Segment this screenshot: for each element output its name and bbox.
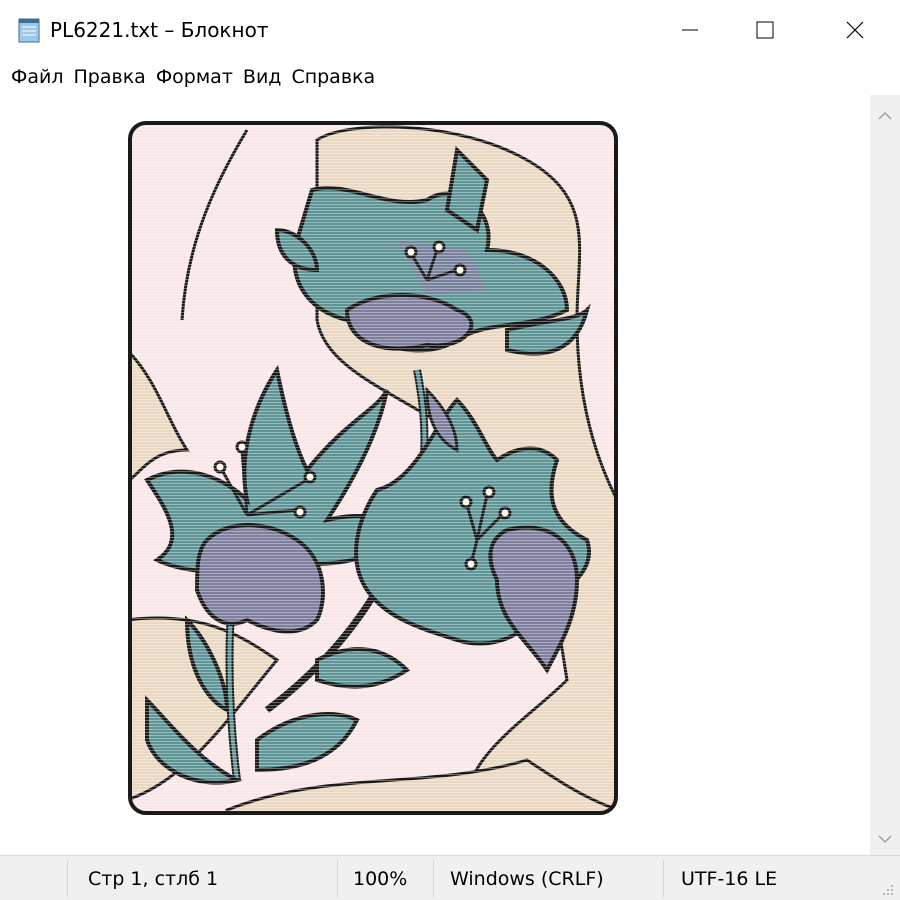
window-title: PL6221.txt – Блокнот <box>50 18 269 42</box>
status-separator <box>663 860 664 897</box>
close-icon <box>846 21 864 39</box>
maximize-icon <box>756 21 774 39</box>
menu-view[interactable]: Вид <box>238 64 287 90</box>
status-separator <box>433 860 434 897</box>
scroll-down-icon[interactable] <box>877 830 893 849</box>
minimize-button[interactable] <box>660 0 720 60</box>
status-zoom: 100% <box>353 867 408 890</box>
status-encoding: UTF-16 LE <box>681 867 778 890</box>
close-button[interactable] <box>825 0 885 60</box>
ascii-art-flower-image <box>127 120 619 816</box>
menu-bar: Файл Правка Формат Вид Справка <box>0 60 900 94</box>
status-separator <box>67 860 68 897</box>
menu-edit[interactable]: Правка <box>69 64 151 90</box>
vertical-scrollbar[interactable] <box>870 95 900 855</box>
title-bar: PL6221.txt – Блокнот <box>0 0 900 60</box>
text-editor-area[interactable] <box>0 95 870 855</box>
minimize-icon <box>682 29 698 31</box>
resize-grip-icon[interactable] <box>878 880 896 898</box>
status-cursor-position: Стр 1, стлб 1 <box>88 867 219 890</box>
menu-help[interactable]: Справка <box>286 64 380 90</box>
status-separator <box>337 860 338 897</box>
menu-file[interactable]: Файл <box>6 64 69 90</box>
status-bar: Стр 1, стлб 1 100% Windows (CRLF) UTF-16… <box>0 855 900 900</box>
scroll-up-icon[interactable] <box>877 107 893 126</box>
maximize-button[interactable] <box>735 0 795 60</box>
notepad-icon[interactable] <box>15 16 43 44</box>
status-line-ending: Windows (CRLF) <box>450 867 604 890</box>
menu-format[interactable]: Формат <box>151 64 238 90</box>
